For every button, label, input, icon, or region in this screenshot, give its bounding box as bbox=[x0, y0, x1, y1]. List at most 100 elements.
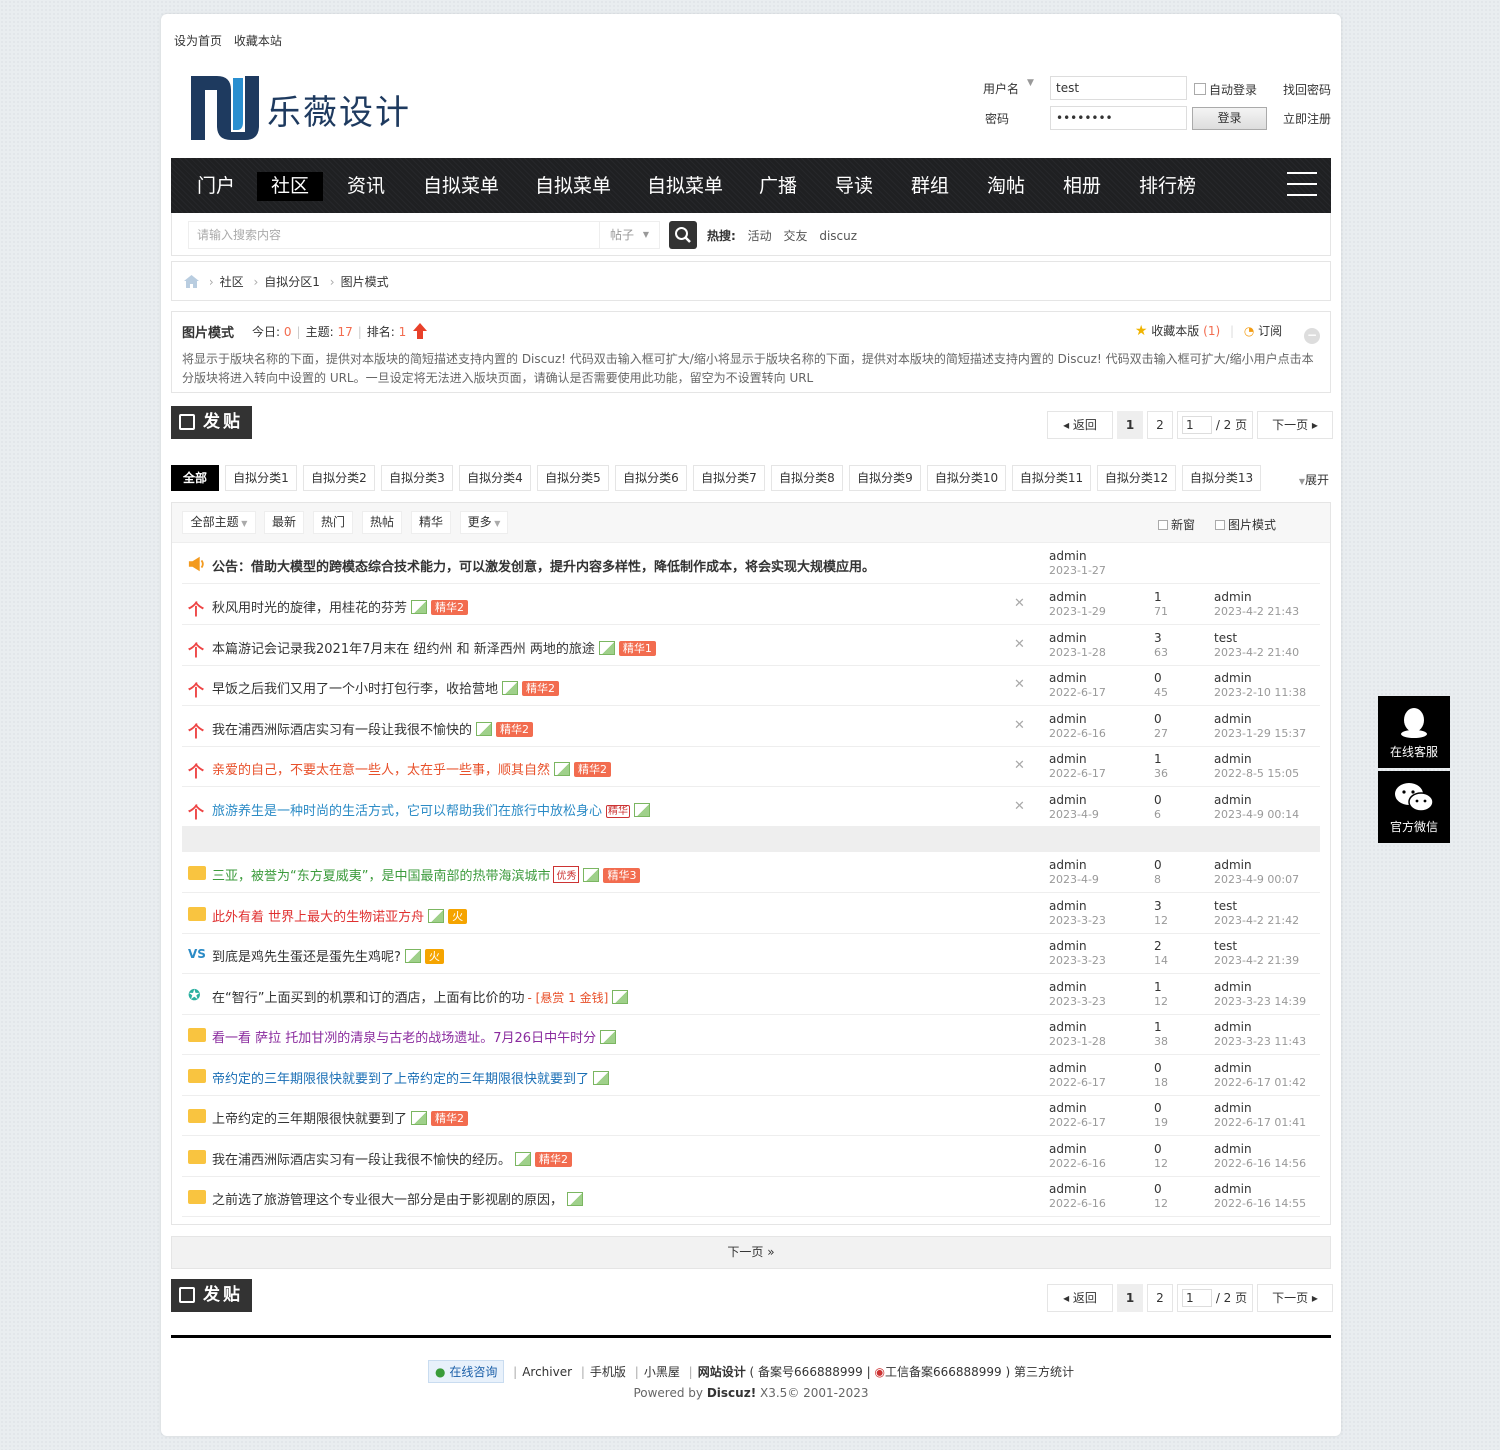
nav-item-custom-1[interactable]: 自拟菜单 bbox=[409, 172, 513, 201]
subscribe-button[interactable]: ◔ 订阅 bbox=[1244, 324, 1282, 338]
last-poster[interactable]: admin bbox=[1214, 712, 1252, 726]
last-poster[interactable]: admin bbox=[1214, 980, 1252, 994]
thread-title[interactable]: 帝约定的三年期限很快就要到了上帝约定的三年期限很快就要到了 bbox=[212, 1068, 610, 1087]
back-button[interactable]: ◂ 返回 bbox=[1047, 411, 1113, 439]
tab-category[interactable]: 自拟分类5 bbox=[537, 465, 609, 491]
page-jump-input[interactable]: 1 bbox=[1182, 1289, 1212, 1307]
collapse-icon[interactable]: − bbox=[1304, 328, 1320, 344]
thread-author[interactable]: admin bbox=[1049, 980, 1087, 994]
thread-row[interactable]: 个秋风用时光的旋律，用桂花的芬芳 精华2 ✕ admin 2023-1-29 1 71 adm… bbox=[182, 585, 1320, 625]
last-post-time[interactable]: 2023-3-23 14:39 bbox=[1214, 995, 1306, 1008]
auto-login-checkbox[interactable]: 自动登录 bbox=[1194, 81, 1257, 98]
online-consult-button[interactable]: ● 在线咨询 bbox=[428, 1360, 505, 1383]
tab-category[interactable]: 自拟分类2 bbox=[303, 465, 375, 491]
nav-item-community[interactable]: 社区 bbox=[257, 172, 324, 201]
thread-row[interactable]: 此外有着 世界上最大的生物诺亚方舟火 admin 2023-3-23 3 12 test 2… bbox=[182, 894, 1320, 934]
thread-row[interactable]: 个旅游养生是一种时尚的生活方式，它可以帮助我们在旅行中放松身心 精华 ✕ admin 2… bbox=[182, 788, 1320, 828]
unpin-close-icon[interactable]: ✕ bbox=[1014, 758, 1025, 773]
new-post-button[interactable]: 发贴 bbox=[171, 406, 252, 439]
search-input[interactable]: 请输入搜索内容 bbox=[188, 221, 600, 249]
page-1[interactable]: 1 bbox=[1117, 1284, 1143, 1312]
filter-all-topics[interactable]: 全部主题 ▼ bbox=[182, 511, 256, 534]
last-post-time[interactable]: 2023-4-2 21:39 bbox=[1214, 954, 1299, 967]
last-poster[interactable]: test bbox=[1214, 899, 1237, 913]
thread-row[interactable]: 三亚，被誉为“东方夏威夷”，是中国最南部的热带海滨城市 优秀 精华3 admin 202… bbox=[182, 853, 1320, 893]
last-poster[interactable]: admin bbox=[1214, 1020, 1252, 1034]
last-post-time[interactable]: 2023-4-9 00:07 bbox=[1214, 873, 1299, 886]
thread-title[interactable]: 在“智行”上面买到的机票和订的酒店，上面有比价的功 - [悬赏 1 金钱] bbox=[212, 987, 629, 1006]
unpin-close-icon[interactable]: ✕ bbox=[1014, 799, 1025, 814]
online-service-button[interactable]: 在线客服 bbox=[1378, 696, 1450, 768]
login-button[interactable]: 登录 bbox=[1192, 107, 1267, 130]
last-poster[interactable]: admin bbox=[1214, 671, 1252, 685]
thread-author[interactable]: admin bbox=[1049, 752, 1087, 766]
last-post-time[interactable]: 2023-4-2 21:40 bbox=[1214, 646, 1299, 659]
forgot-password-link[interactable]: 找回密码 bbox=[1283, 81, 1331, 98]
thread-title[interactable]: 亲爱的自己，不要太在意一些人，太在乎一些事，顺其自然 精华2 bbox=[212, 759, 612, 778]
tab-category[interactable]: 自拟分类11 bbox=[1012, 465, 1091, 491]
thread-author[interactable]: admin bbox=[1049, 1020, 1087, 1034]
thread-title[interactable]: 早饭之后我们又用了一个小时打包行李，收拾营地 精华2 bbox=[212, 678, 560, 697]
filter-hot-posts[interactable]: 热帖 bbox=[362, 511, 402, 534]
unpin-close-icon[interactable]: ✕ bbox=[1014, 718, 1025, 733]
thread-author[interactable]: admin bbox=[1049, 590, 1087, 604]
last-poster[interactable]: admin bbox=[1214, 1142, 1252, 1156]
tab-category[interactable]: 自拟分类8 bbox=[771, 465, 843, 491]
thread-author[interactable]: admin bbox=[1049, 1061, 1087, 1075]
hot-search-item[interactable]: 交友 bbox=[783, 229, 807, 243]
tab-category[interactable]: 自拟分类1 bbox=[225, 465, 297, 491]
thread-author[interactable]: admin bbox=[1049, 631, 1087, 645]
page-2[interactable]: 2 bbox=[1147, 411, 1173, 439]
site-name[interactable]: 网站设计 bbox=[698, 1365, 746, 1379]
hot-search-item[interactable]: discuz bbox=[819, 229, 857, 243]
thread-row[interactable]: 看一看 萨拉 托加甘冽的清泉与古老的战场遗址。7月26日中午时分 admin 202… bbox=[182, 1015, 1320, 1055]
site-logo[interactable]: 乐薇设计 bbox=[187, 70, 417, 142]
thread-title[interactable]: 到底是鸡先生蛋还是蛋先生鸡呢? 火 bbox=[212, 946, 444, 965]
last-post-time[interactable]: 2023-3-23 11:43 bbox=[1214, 1035, 1306, 1048]
last-poster[interactable]: admin bbox=[1214, 752, 1252, 766]
thread-row[interactable]: 个本篇游记会记录我2021年7月末在 纽约州 和 新泽西州 两地的旅途 精华1 ✕ a… bbox=[182, 626, 1320, 666]
last-poster[interactable]: admin bbox=[1214, 858, 1252, 872]
thread-title[interactable]: 上帝约定的三年期限很快就要到了 精华2 bbox=[212, 1108, 469, 1127]
tab-category[interactable]: 自拟分类7 bbox=[693, 465, 765, 491]
chevron-down-icon[interactable]: ▼ bbox=[1027, 78, 1034, 88]
page-jump-input[interactable]: 1 bbox=[1182, 416, 1212, 434]
tab-category[interactable]: 自拟分类4 bbox=[459, 465, 531, 491]
thread-title[interactable]: 旅游养生是一种时尚的生活方式，它可以帮助我们在旅行中放松身心 精华 bbox=[212, 800, 651, 819]
thread-title[interactable]: 三亚，被誉为“东方夏威夷”，是中国最南部的热带海滨城市 优秀 精华3 bbox=[212, 865, 641, 884]
last-post-time[interactable]: 2023-4-2 21:42 bbox=[1214, 914, 1299, 927]
thread-row[interactable]: 个早饭之后我们又用了一个小时打包行李，收拾营地 精华2 ✕ admin 2022-6-1… bbox=[182, 666, 1320, 706]
last-poster[interactable]: admin bbox=[1214, 1101, 1252, 1115]
nav-item-portal[interactable]: 门户 bbox=[183, 172, 249, 201]
nav-item-broadcast[interactable]: 广播 bbox=[745, 172, 811, 201]
hamburger-menu-icon[interactable] bbox=[1287, 172, 1317, 196]
announcement-row[interactable]: 公告：借助大模型的跨模态综合技术能力，可以激发创意，提升内容多样性，降低制作成本… bbox=[182, 544, 1320, 584]
last-post-time[interactable]: 2023-4-9 00:14 bbox=[1214, 808, 1299, 821]
nav-item-groups[interactable]: 群组 bbox=[897, 172, 963, 201]
last-post-time[interactable]: 2022-6-17 01:41 bbox=[1214, 1116, 1306, 1129]
last-poster[interactable]: admin bbox=[1214, 1182, 1252, 1196]
archiver-link[interactable]: Archiver bbox=[522, 1365, 572, 1379]
register-link[interactable]: 立即注册 bbox=[1283, 110, 1331, 127]
new-post-button-bottom[interactable]: 发贴 bbox=[171, 1279, 252, 1312]
last-poster[interactable]: admin bbox=[1214, 590, 1252, 604]
tab-category[interactable]: 自拟分类9 bbox=[849, 465, 921, 491]
thread-author[interactable]: admin bbox=[1049, 899, 1087, 913]
thread-title[interactable]: 之前选了旅游管理这个专业很大一部分是由于影视剧的原因， bbox=[212, 1189, 584, 1208]
breadcrumb-item[interactable]: 社区 bbox=[220, 275, 244, 289]
thread-title[interactable]: 秋风用时光的旋律，用桂花的芬芳 精华2 bbox=[212, 597, 469, 616]
thread-title[interactable]: 看一看 萨拉 托加甘冽的清泉与古老的战场遗址。7月26日中午时分 bbox=[212, 1027, 617, 1046]
last-post-time[interactable]: 2022-6-16 14:55 bbox=[1214, 1197, 1306, 1210]
thread-author[interactable]: admin bbox=[1049, 793, 1087, 807]
thread-author[interactable]: admin bbox=[1049, 858, 1087, 872]
thread-title[interactable]: 我在浦西洲际酒店实习有一段让我很不愉快的 精华2 bbox=[212, 719, 534, 738]
nav-item-collections[interactable]: 淘帖 bbox=[973, 172, 1039, 201]
page-1[interactable]: 1 bbox=[1117, 411, 1143, 439]
thread-row[interactable]: ✪ 在“智行”上面买到的机票和订的酒店，上面有比价的功 - [悬赏 1 金钱] adm… bbox=[182, 975, 1320, 1015]
announcement-title[interactable]: 公告：借助大模型的跨模态综合技术能力，可以激发创意，提升内容多样性，降低制作成本… bbox=[212, 556, 875, 575]
expand-toggle[interactable]: ▼展开 bbox=[1299, 471, 1329, 488]
unpin-close-icon[interactable]: ✕ bbox=[1014, 677, 1025, 692]
thread-row[interactable]: VS 到底是鸡先生蛋还是蛋先生鸡呢? 火 admin 2023-3-23 2 14 test 2… bbox=[182, 934, 1320, 974]
new-window-toggle[interactable]: 新窗 bbox=[1158, 516, 1195, 533]
username-input[interactable] bbox=[1050, 76, 1187, 100]
